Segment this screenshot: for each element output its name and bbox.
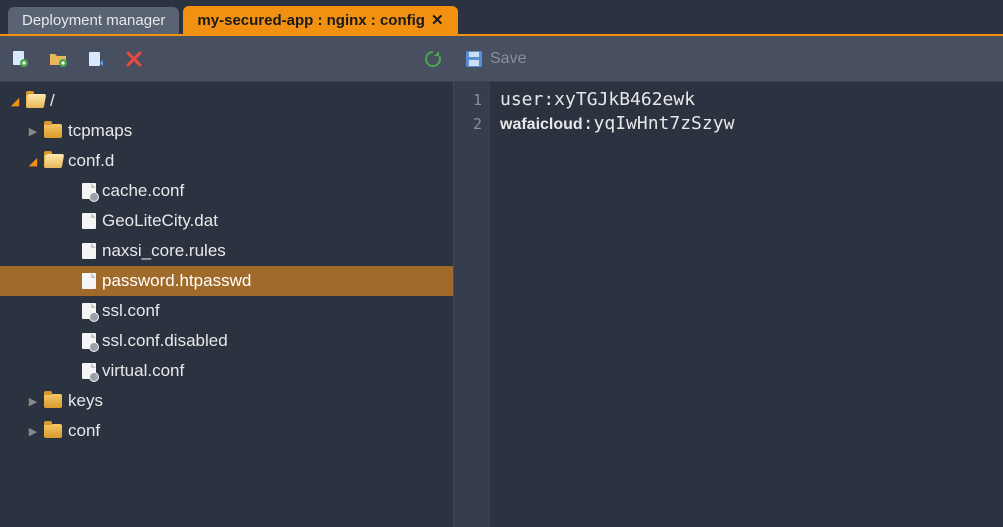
tree-folder-conf[interactable]: ▶ conf	[0, 416, 453, 446]
chevron-right-icon[interactable]: ▶	[26, 125, 40, 138]
close-icon[interactable]: ✕	[431, 11, 444, 29]
chevron-down-icon[interactable]: ◢	[26, 155, 40, 168]
new-file-icon[interactable]	[10, 49, 30, 69]
code-token: wafaicloud	[500, 116, 583, 133]
line-number: 2	[454, 112, 482, 136]
tree-label: ssl.conf.disabled	[102, 331, 228, 351]
code-line: user:xyTGJkB462ewk	[500, 88, 993, 112]
tree-label: GeoLiteCity.dat	[102, 211, 218, 231]
save-icon[interactable]	[464, 49, 484, 69]
tree-label: /	[50, 91, 55, 111]
delete-icon[interactable]	[124, 49, 144, 69]
new-folder-icon[interactable]	[48, 49, 68, 69]
code-content[interactable]: user:xyTGJkB462ewkwafaicloud:yqIwHnt7zSz…	[490, 82, 1003, 527]
line-number: 1	[454, 88, 482, 112]
code-token: :yqIwHnt7zSzyw	[583, 113, 735, 134]
file-icon	[82, 273, 96, 289]
tree-label: conf.d	[68, 151, 114, 171]
chevron-down-icon[interactable]: ◢	[8, 95, 22, 108]
tree-file-passwd[interactable]: password.htpasswd	[0, 266, 453, 296]
file-icon	[82, 303, 96, 319]
tree-root[interactable]: ◢ /	[0, 86, 453, 116]
tree-file-geolite[interactable]: GeoLiteCity.dat	[0, 206, 453, 236]
save-button[interactable]: Save	[490, 50, 526, 68]
tree-label: tcpmaps	[68, 121, 132, 141]
tree-label: virtual.conf	[102, 361, 184, 381]
folder-icon	[26, 94, 44, 108]
tree-file-cache[interactable]: cache.conf	[0, 176, 453, 206]
tab-label: Deployment manager	[22, 12, 165, 29]
folder-icon	[44, 424, 62, 438]
tab-deployment-manager[interactable]: Deployment manager	[8, 7, 179, 34]
file-tree: ◢ / ▶ tcpmaps ◢ conf.d cache.conf GeoLit…	[0, 82, 453, 527]
folder-icon	[44, 394, 62, 408]
line-gutter: 1 2	[454, 82, 490, 527]
tree-file-ssldis[interactable]: ssl.conf.disabled	[0, 326, 453, 356]
folder-icon	[44, 154, 62, 168]
chevron-right-icon[interactable]: ▶	[26, 395, 40, 408]
code-line: wafaicloud:yqIwHnt7zSzyw	[500, 112, 993, 137]
upload-icon[interactable]	[86, 49, 106, 69]
tree-folder-keys[interactable]: ▶ keys	[0, 386, 453, 416]
file-icon	[82, 213, 96, 229]
tree-file-ssl[interactable]: ssl.conf	[0, 296, 453, 326]
tree-folder-confd[interactable]: ◢ conf.d	[0, 146, 453, 176]
tree-label: password.htpasswd	[102, 271, 251, 291]
file-icon	[82, 183, 96, 199]
chevron-right-icon[interactable]: ▶	[26, 425, 40, 438]
tree-label: conf	[68, 421, 100, 441]
tree-file-virtual[interactable]: virtual.conf	[0, 356, 453, 386]
folder-icon	[44, 124, 62, 138]
file-browser-panel: ◢ / ▶ tcpmaps ◢ conf.d cache.conf GeoLit…	[0, 36, 454, 527]
file-toolbar	[0, 36, 453, 82]
tree-label: cache.conf	[102, 181, 184, 201]
editor-toolbar: Save	[454, 36, 1003, 82]
tree-label: ssl.conf	[102, 301, 160, 321]
tree-label: naxsi_core.rules	[102, 241, 226, 261]
tree-file-naxsi[interactable]: naxsi_core.rules	[0, 236, 453, 266]
file-icon	[82, 243, 96, 259]
code-editor[interactable]: 1 2 user:xyTGJkB462ewkwafaicloud:yqIwHnt…	[454, 82, 1003, 527]
editor-panel: Save 1 2 user:xyTGJkB462ewkwafaicloud:yq…	[454, 36, 1003, 527]
main-split: ◢ / ▶ tcpmaps ◢ conf.d cache.conf GeoLit…	[0, 36, 1003, 527]
refresh-icon[interactable]	[423, 49, 443, 69]
tree-label: keys	[68, 391, 103, 411]
tab-config[interactable]: my-secured-app : nginx : config ✕	[183, 6, 457, 34]
tab-label: my-secured-app : nginx : config	[197, 12, 425, 29]
tab-bar: Deployment manager my-secured-app : ngin…	[0, 0, 1003, 36]
file-icon	[82, 363, 96, 379]
file-icon	[82, 333, 96, 349]
tree-folder-tcpmaps[interactable]: ▶ tcpmaps	[0, 116, 453, 146]
